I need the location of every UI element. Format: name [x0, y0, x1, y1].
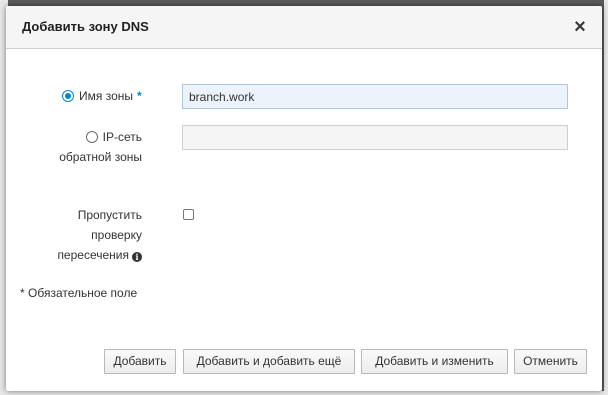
zone-name-radio[interactable] — [62, 90, 74, 102]
reverse-zone-option[interactable]: IP-сеть обратной зоны — [48, 127, 142, 167]
zone-name-option[interactable]: Имя зоны * — [62, 86, 142, 106]
skip-overlap-label-line1: Пропустить — [77, 208, 142, 222]
reverse-zone-label-line2: обратной зоны — [59, 150, 142, 164]
background-page-bottom — [0, 391, 608, 395]
add-and-add-another-button[interactable]: Добавить и добавить ещё — [183, 349, 355, 374]
skip-overlap-label-line2: проверку — [91, 228, 142, 242]
dialog-title: Добавить зону DNS — [22, 19, 149, 34]
dialog-header: Добавить зону DNS × — [6, 6, 602, 49]
zone-name-label: Имя зоны — [79, 89, 133, 103]
skip-overlap-label: Пропустить проверку пересечения i — [36, 205, 142, 265]
close-icon[interactable]: × — [570, 17, 590, 37]
info-icon[interactable]: i — [132, 252, 142, 262]
add-dns-zone-dialog: Добавить зону DNS × Имя зоны * IP-сеть об… — [6, 6, 602, 391]
add-and-edit-button[interactable]: Добавить и изменить — [361, 349, 508, 374]
reverse-zone-label-line1: IP-сеть — [102, 130, 142, 144]
reverse-zone-input[interactable] — [182, 125, 568, 150]
required-indicator: * — [137, 89, 142, 103]
reverse-zone-radio[interactable] — [85, 131, 98, 143]
add-button[interactable]: Добавить — [104, 349, 176, 374]
skip-overlap-label-line3: пересечения — [57, 248, 129, 262]
cancel-button[interactable]: Отменить — [514, 349, 587, 374]
skip-overlap-checkbox[interactable] — [183, 209, 194, 220]
zone-name-input[interactable] — [182, 84, 568, 109]
required-field-note: * Обязательное поле — [20, 286, 138, 300]
background-page-right — [604, 0, 608, 395]
